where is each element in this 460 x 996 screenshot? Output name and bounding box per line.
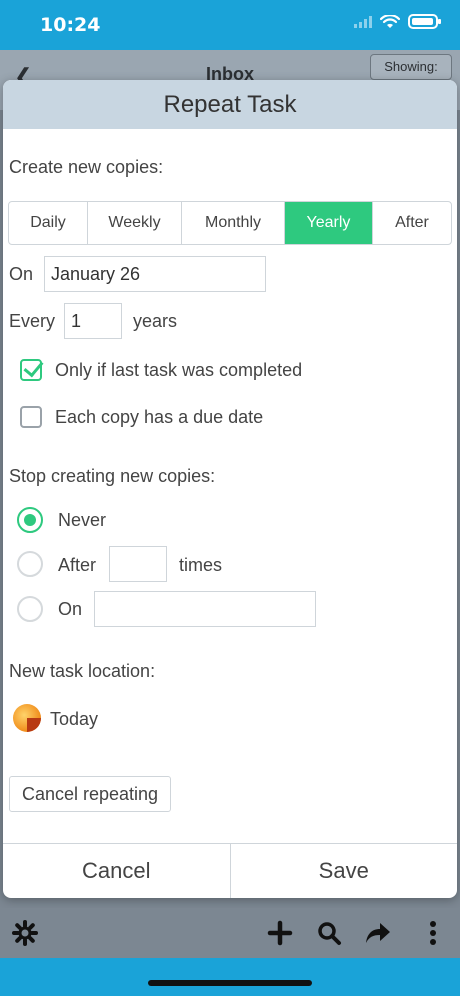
home-indicator[interactable] <box>148 980 312 986</box>
cancel-button[interactable]: Cancel <box>3 844 230 898</box>
frequency-option-daily[interactable]: Daily <box>9 202 88 244</box>
dialog-header: Repeat Task <box>3 80 457 129</box>
stop-never-label: Never <box>58 510 107 530</box>
gear-icon[interactable] <box>12 920 38 946</box>
every-field[interactable]: 1 <box>64 303 122 339</box>
stop-after-label: After <box>58 555 97 575</box>
frequency-segmented-control: Daily Weekly Monthly Yearly After <box>8 201 452 245</box>
status-icons <box>354 14 441 29</box>
stop-after-radio[interactable] <box>17 551 43 577</box>
copy-due-date-label: Each copy has a due date <box>55 407 264 427</box>
copy-due-date-checkbox[interactable] <box>20 406 42 428</box>
status-bar: 10:24 <box>0 0 460 50</box>
location-value[interactable]: Today <box>50 709 98 730</box>
dialog-footer: Cancel Save <box>3 843 457 898</box>
on-date-field[interactable]: January 26 <box>44 256 266 292</box>
only-if-completed-checkbox[interactable] <box>20 359 42 381</box>
frequency-option-after[interactable]: After <box>373 202 451 244</box>
stop-copies-label: Stop creating new copies: <box>9 466 216 486</box>
cancel-repeating-button[interactable]: Cancel repeating <box>9 776 171 812</box>
stop-after-suffix: times <box>179 555 223 575</box>
location-label: New task location: <box>9 661 156 681</box>
frequency-option-yearly[interactable]: Yearly <box>285 202 373 244</box>
every-label: Every <box>9 311 56 331</box>
frequency-option-weekly[interactable]: Weekly <box>88 202 182 244</box>
on-label: On <box>9 264 34 284</box>
stop-on-date-field[interactable] <box>94 591 316 627</box>
status-time: 10:24 <box>40 14 101 36</box>
share-icon[interactable] <box>364 920 392 946</box>
stop-after-count-field[interactable] <box>109 546 167 582</box>
battery-icon <box>408 14 441 29</box>
plus-icon[interactable] <box>267 920 293 946</box>
showing-button[interactable]: Showing: <box>370 54 452 80</box>
frequency-option-monthly[interactable]: Monthly <box>182 202 285 244</box>
signal-icon <box>354 15 372 28</box>
stop-on-radio[interactable] <box>17 596 43 622</box>
stop-on-label: On <box>58 599 83 619</box>
wifi-icon <box>380 14 400 28</box>
stop-never-radio[interactable] <box>17 507 43 533</box>
dialog-body: Create new copies: Daily Weekly Monthly … <box>3 129 457 843</box>
more-icon[interactable] <box>428 920 438 946</box>
search-icon[interactable] <box>316 920 342 946</box>
bottom-toolbar <box>0 908 460 958</box>
save-button[interactable]: Save <box>229 844 458 898</box>
create-copies-label: Create new copies: <box>9 157 164 177</box>
dialog-title: Repeat Task <box>163 90 297 118</box>
only-if-completed-label: Only if last task was completed <box>55 360 303 380</box>
every-unit-label: years <box>133 311 178 331</box>
today-icon <box>13 704 41 732</box>
repeat-task-dialog: Repeat Task Create new copies: Daily Wee… <box>3 80 457 898</box>
